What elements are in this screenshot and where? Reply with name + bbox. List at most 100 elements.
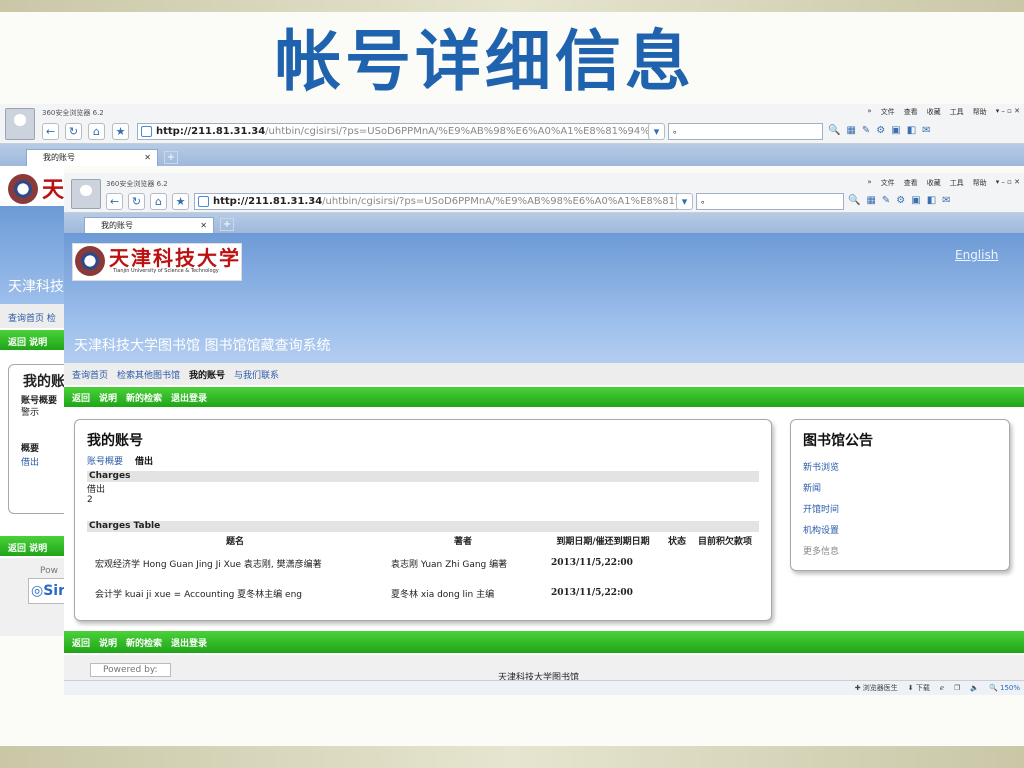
settings-icon[interactable]: ⚙	[896, 195, 905, 206]
apps-icon[interactable]: ▦	[866, 195, 875, 206]
search-icon[interactable]: 🔍	[848, 195, 860, 206]
tools-icon[interactable]: ✎	[882, 195, 890, 206]
table-row: 会计学 kuai ji xue = Accounting 夏冬林主编 eng 夏…	[87, 578, 759, 608]
star-icon[interactable]: ★	[112, 123, 129, 140]
nav-search-other[interactable]: 检索其他图书馆	[117, 368, 180, 381]
screenshot-icon[interactable]: ▣	[891, 125, 900, 136]
back-help-link-2[interactable]: 说明	[29, 544, 47, 554]
back-return-link-2[interactable]: 返回	[8, 544, 26, 554]
return-link[interactable]: 返回	[72, 636, 90, 649]
address-bar[interactable]: http://211.81.31.34/uhtbin/cgisirsi/?ps=…	[194, 193, 688, 210]
charges-table: 题名 著者 到期日期/催还到期日期 状态 目前积欠款项 宏观经济学 Hong G…	[87, 532, 759, 608]
tab-my-account[interactable]: 我的账号 ✕	[84, 217, 214, 233]
nav-contact[interactable]: 与我们联系	[234, 368, 279, 381]
logout-link[interactable]: 退出登录	[171, 391, 207, 404]
help-link[interactable]: 说明	[99, 636, 117, 649]
menu-view[interactable]: 查看	[904, 178, 918, 188]
link-organization[interactable]: 机构设置	[803, 523, 997, 536]
tools-icon[interactable]: ✎	[862, 125, 870, 136]
menu-tools[interactable]: 工具	[950, 178, 964, 188]
back-arrow-icon[interactable]: ←	[42, 123, 59, 140]
volume-icon[interactable]: 🔈	[970, 684, 979, 692]
back-help-link[interactable]: 说明	[29, 338, 47, 348]
back-summary: 概要	[21, 444, 40, 454]
url-host: http://211.81.31.34	[213, 196, 323, 207]
mail-icon[interactable]: ✉	[942, 195, 950, 206]
notice-links: 新书浏览 新闻 开馆时间 机构设置 更多信息	[803, 460, 997, 557]
new-search-link[interactable]: 新的检索	[126, 636, 162, 649]
close-icon[interactable]: ✕	[144, 150, 151, 166]
search-input[interactable]: 。	[696, 193, 844, 210]
dropdown-icon[interactable]: ▾	[676, 193, 693, 210]
slide-title: 帐号详细信息	[275, 23, 695, 100]
help-link[interactable]: 说明	[99, 391, 117, 404]
window-icon[interactable]: ❐	[954, 684, 960, 692]
back-subnav-home[interactable]: 查询首页	[8, 314, 44, 324]
menu-favorites[interactable]: 收藏	[927, 178, 941, 188]
cell-due: 2013/11/5,22:00	[551, 558, 633, 568]
link-more-info[interactable]: 更多信息	[803, 544, 997, 557]
university-logo: 天津科技大学 Tianjin University of Science & T…	[72, 243, 242, 281]
link-new-books[interactable]: 新书浏览	[803, 460, 997, 473]
screenshot-icon[interactable]: ▣	[911, 195, 920, 206]
back-checkout-link[interactable]: 借出	[21, 455, 39, 468]
search-icon[interactable]: 🔍	[828, 125, 840, 136]
menu-file[interactable]: 文件	[881, 178, 895, 188]
dropdown-icon[interactable]: ▾	[648, 123, 665, 140]
translate-icon[interactable]: ◧	[907, 125, 916, 136]
back-return-link[interactable]: 返回	[8, 338, 26, 348]
link-opening-hours[interactable]: 开馆时间	[803, 502, 997, 515]
refresh-icon[interactable]: ↻	[128, 193, 145, 210]
menu-help[interactable]: 帮助	[973, 107, 987, 117]
link-news[interactable]: 新闻	[803, 481, 997, 494]
back-subnav-search[interactable]: 检	[47, 314, 56, 324]
return-link[interactable]: 返回	[72, 391, 90, 404]
tab-my-account[interactable]: 我的账号 ✕	[26, 149, 158, 166]
action-bar: 返回 说明 新的检索 退出登录	[64, 387, 1024, 407]
new-tab-button[interactable]: +	[164, 151, 178, 164]
back-system-name: 天津科技	[8, 279, 64, 295]
close-icon[interactable]: ✕	[200, 218, 207, 234]
cell-status	[663, 578, 691, 608]
star-icon[interactable]: ★	[172, 193, 189, 210]
english-link[interactable]: English	[955, 248, 998, 262]
translate-icon[interactable]: ◧	[927, 195, 936, 206]
mail-icon[interactable]: ✉	[922, 125, 930, 136]
window-controls[interactable]: ▾ – ▫ ✕	[996, 178, 1020, 188]
download-button[interactable]: ⬇ 下载	[908, 683, 930, 693]
logout-link[interactable]: 退出登录	[171, 636, 207, 649]
back-arrow-icon[interactable]: ←	[106, 193, 123, 210]
account-title: 我的账号	[87, 433, 143, 449]
menu-help[interactable]: 帮助	[973, 178, 987, 188]
settings-icon[interactable]: ⚙	[876, 125, 885, 136]
menu-favorites[interactable]: 收藏	[927, 107, 941, 117]
tab-overview[interactable]: 账号概要	[87, 457, 123, 467]
front-tab-strip: 我的账号 ✕ +	[64, 213, 1024, 233]
ie-mode-icon[interactable]: ℯ	[940, 684, 944, 692]
refresh-icon[interactable]: ↻	[65, 123, 82, 140]
back-subnav: 查询首页 检	[0, 304, 64, 328]
url-host: http://211.81.31.34	[156, 126, 266, 137]
new-search-link[interactable]: 新的检索	[126, 391, 162, 404]
system-name: 天津科技大学图书馆 图书馆馆藏查询系统	[74, 338, 331, 354]
avatar[interactable]	[71, 179, 101, 209]
search-input[interactable]: 。	[668, 123, 823, 140]
logo-english: Tianjin University of Science & Technolo…	[113, 268, 219, 274]
menu-more[interactable]: »	[867, 178, 871, 188]
menu-view[interactable]: 查看	[904, 107, 918, 117]
window-controls[interactable]: ▾ – ▫ ✕	[996, 107, 1020, 117]
apps-icon[interactable]: ▦	[846, 125, 855, 136]
zoom-control[interactable]: 🔍 150%	[989, 684, 1020, 692]
tab-checkout[interactable]: 借出	[135, 457, 153, 467]
browser-doctor[interactable]: ✚ 浏览器医生	[855, 683, 898, 693]
new-tab-button[interactable]: +	[220, 218, 234, 231]
menu-more[interactable]: »	[867, 107, 871, 117]
menu-file[interactable]: 文件	[881, 107, 895, 117]
home-icon[interactable]: ⌂	[150, 193, 167, 210]
home-icon[interactable]: ⌂	[88, 123, 105, 140]
avatar[interactable]	[5, 108, 35, 140]
nav-home[interactable]: 查询首页	[72, 368, 108, 381]
menu-tools[interactable]: 工具	[950, 107, 964, 117]
nav-my-account[interactable]: 我的账号	[189, 368, 225, 381]
address-bar[interactable]: http://211.81.31.34/uhtbin/cgisirsi/?ps=…	[137, 123, 661, 140]
